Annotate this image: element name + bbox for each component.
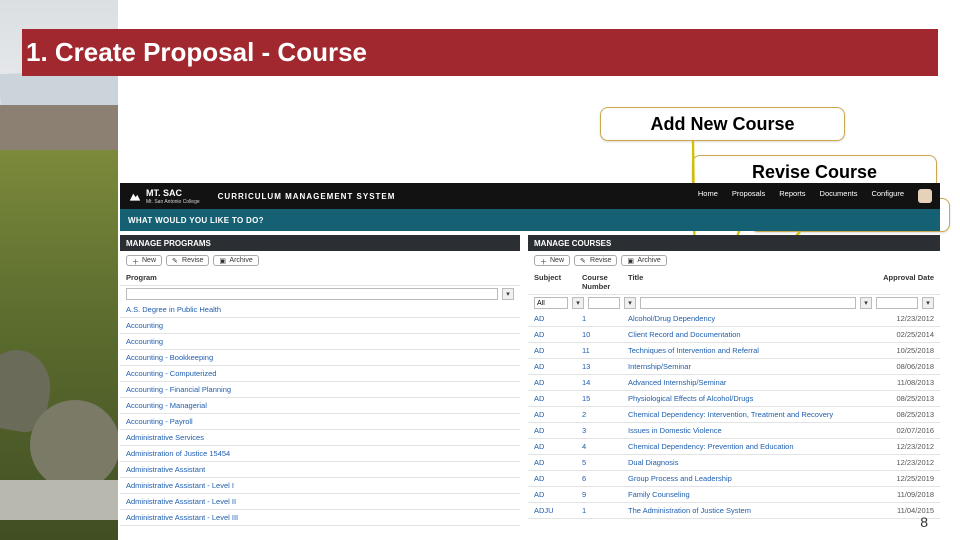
app-topbar: MT. SAC Mt. San Antonio College CURRICUL… bbox=[120, 183, 940, 209]
logo-subtext: Mt. San Antonio College bbox=[146, 199, 200, 205]
table-row[interactable]: AD14Advanced Internship/Seminar11/08/201… bbox=[528, 375, 940, 391]
courses-revise-button[interactable]: ✎Revise bbox=[574, 255, 617, 266]
plus-icon: ＋ bbox=[540, 257, 547, 264]
page-number: 8 bbox=[920, 514, 928, 530]
btn-label: Revise bbox=[182, 257, 203, 264]
table-row[interactable]: A.S. Degree in Public Health bbox=[120, 302, 520, 318]
table-row[interactable]: Accounting bbox=[120, 334, 520, 350]
filter-icon[interactable]: ▾ bbox=[502, 288, 514, 300]
courses-archive-button[interactable]: ▣Archive bbox=[621, 255, 666, 266]
table-row[interactable]: Administration of Justice 15454 bbox=[120, 446, 520, 462]
btn-label: Revise bbox=[590, 257, 611, 264]
table-row[interactable]: Administrative Assistant - Level III bbox=[120, 510, 520, 526]
nav-proposals[interactable]: Proposals bbox=[732, 189, 765, 203]
table-row[interactable]: Administrative Assistant bbox=[120, 462, 520, 478]
table-row[interactable]: AD6Group Process and Leadership12/25/201… bbox=[528, 471, 940, 487]
panel-title-courses: MANAGE COURSES bbox=[528, 235, 940, 251]
filter-title[interactable] bbox=[640, 297, 856, 309]
col-title: Title bbox=[628, 273, 878, 291]
table-row[interactable]: AD1Alcohol/Drug Dependency12/23/2012 bbox=[528, 311, 940, 327]
nav-documents[interactable]: Documents bbox=[820, 189, 858, 203]
prompt-text: WHAT WOULD YOU LIKE TO DO? bbox=[128, 216, 264, 225]
programs-table-body: A.S. Degree in Public HealthAccountingAc… bbox=[120, 302, 520, 526]
courses-button-row: ＋New ✎Revise ▣Archive bbox=[528, 251, 940, 270]
programs-filter-row: ▾ bbox=[120, 286, 520, 302]
table-row[interactable]: Administrative Assistant - Level I bbox=[120, 478, 520, 494]
filter-subject[interactable] bbox=[534, 297, 568, 309]
filter-number-btn[interactable]: ▾ bbox=[624, 297, 636, 309]
programs-archive-button[interactable]: ▣Archive bbox=[213, 255, 258, 266]
courses-new-button[interactable]: ＋New bbox=[534, 255, 570, 266]
manage-programs-panel: MANAGE PROGRAMS ＋New ✎Revise ▣Archive Pr… bbox=[120, 235, 520, 526]
courses-header-row: Subject Course Number Title Approval Dat… bbox=[528, 270, 940, 295]
logo-text: MT. SAC bbox=[146, 188, 200, 198]
programs-revise-button[interactable]: ✎Revise bbox=[166, 255, 209, 266]
table-row[interactable]: ADJU1The Administration of Justice Syste… bbox=[528, 503, 940, 519]
pencil-icon: ✎ bbox=[580, 257, 587, 264]
col-subject: Subject bbox=[534, 273, 582, 291]
mountain-icon bbox=[128, 189, 142, 203]
table-row[interactable]: AD4Chemical Dependency: Prevention and E… bbox=[528, 439, 940, 455]
programs-header-row: Program bbox=[120, 270, 520, 286]
table-row[interactable]: Accounting - Financial Planning bbox=[120, 382, 520, 398]
manage-courses-panel: MANAGE COURSES ＋New ✎Revise ▣Archive Sub… bbox=[528, 235, 940, 526]
curriculum-app-screenshot: MT. SAC Mt. San Antonio College CURRICUL… bbox=[120, 183, 940, 483]
top-nav: Home Proposals Reports Documents Configu… bbox=[698, 189, 932, 203]
archive-icon: ▣ bbox=[219, 257, 226, 264]
avatar[interactable] bbox=[918, 189, 932, 203]
filter-subject-dropdown[interactable]: ▾ bbox=[572, 297, 584, 309]
filter-date-btn[interactable]: ▾ bbox=[922, 297, 934, 309]
programs-filter-input[interactable] bbox=[126, 288, 498, 300]
filter-title-btn[interactable]: ▾ bbox=[860, 297, 872, 309]
prompt-bar: WHAT WOULD YOU LIKE TO DO? bbox=[120, 209, 940, 231]
table-row[interactable]: Administrative Services bbox=[120, 430, 520, 446]
col-approval-date: Approval Date bbox=[878, 273, 934, 291]
btn-label: New bbox=[550, 257, 564, 264]
table-row[interactable]: AD10Client Record and Documentation02/25… bbox=[528, 327, 940, 343]
table-row[interactable]: Accounting bbox=[120, 318, 520, 334]
nav-configure[interactable]: Configure bbox=[871, 189, 904, 203]
archive-icon: ▣ bbox=[627, 257, 634, 264]
courses-table-body: AD1Alcohol/Drug Dependency12/23/2012AD10… bbox=[528, 311, 940, 519]
table-row[interactable]: AD15Physiological Effects of Alcohol/Dru… bbox=[528, 391, 940, 407]
nav-home[interactable]: Home bbox=[698, 189, 718, 203]
programs-new-button[interactable]: ＋New bbox=[126, 255, 162, 266]
system-name: CURRICULUM MANAGEMENT SYSTEM bbox=[218, 192, 396, 201]
col-program: Program bbox=[126, 273, 514, 282]
table-row[interactable]: AD13Internship/Seminar08/06/2018 bbox=[528, 359, 940, 375]
nav-reports[interactable]: Reports bbox=[779, 189, 805, 203]
table-row[interactable]: Accounting - Managerial bbox=[120, 398, 520, 414]
plus-icon: ＋ bbox=[132, 257, 139, 264]
filter-number[interactable] bbox=[588, 297, 620, 309]
btn-label: Archive bbox=[637, 257, 660, 264]
table-row[interactable]: AD5Dual Diagnosis12/23/2012 bbox=[528, 455, 940, 471]
col-number: Course Number bbox=[582, 273, 628, 291]
pencil-icon: ✎ bbox=[172, 257, 179, 264]
table-row[interactable]: AD9Family Counseling11/09/2018 bbox=[528, 487, 940, 503]
table-row[interactable]: AD11Techniques of Intervention and Refer… bbox=[528, 343, 940, 359]
programs-button-row: ＋New ✎Revise ▣Archive bbox=[120, 251, 520, 270]
filter-date[interactable] bbox=[876, 297, 918, 309]
btn-label: Archive bbox=[229, 257, 252, 264]
panel-title-programs: MANAGE PROGRAMS bbox=[120, 235, 520, 251]
btn-label: New bbox=[142, 257, 156, 264]
table-row[interactable]: Administrative Assistant - Level II bbox=[120, 494, 520, 510]
courses-filter-row: ▾ ▾ ▾ ▾ bbox=[528, 295, 940, 311]
table-row[interactable]: AD2Chemical Dependency: Intervention, Tr… bbox=[528, 407, 940, 423]
app-logo: MT. SAC Mt. San Antonio College bbox=[128, 188, 200, 205]
table-row[interactable]: AD3Issues in Domestic Violence02/07/2016 bbox=[528, 423, 940, 439]
table-row[interactable]: Accounting - Computerized bbox=[120, 366, 520, 382]
table-row[interactable]: Accounting - Payroll bbox=[120, 414, 520, 430]
table-row[interactable]: Accounting - Bookkeeping bbox=[120, 350, 520, 366]
